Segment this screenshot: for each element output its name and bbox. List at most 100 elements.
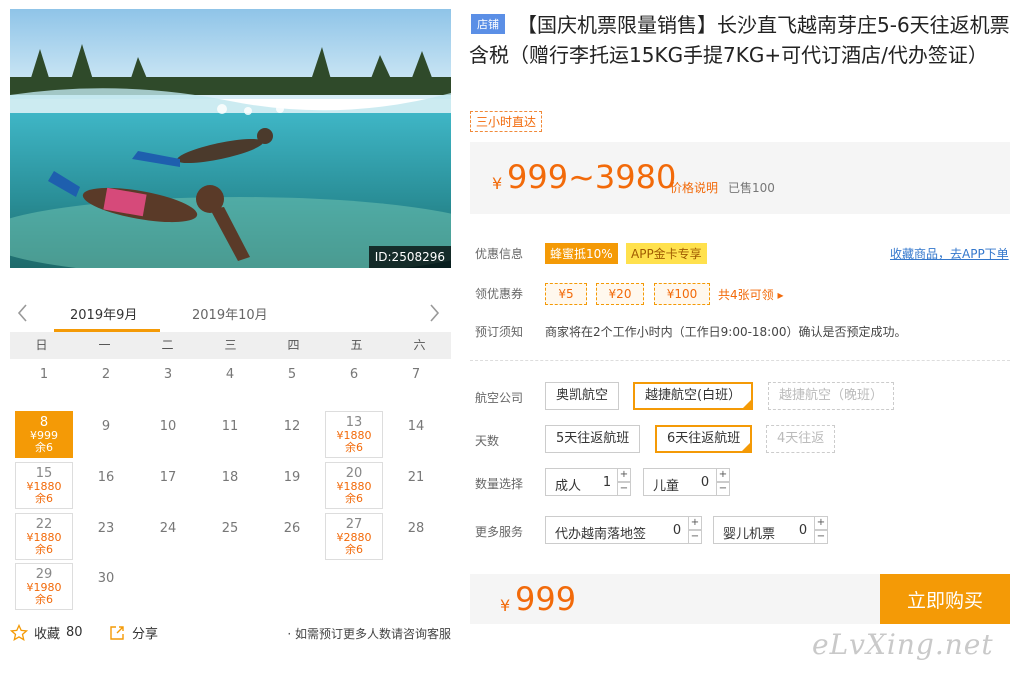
price-range: 999~3980 — [507, 158, 677, 196]
favorite-count: 80 — [66, 625, 83, 640]
coupon-more-link[interactable]: 共4张可领 ▸ — [718, 286, 783, 303]
calendar-day: 11 — [201, 411, 259, 458]
weekday-label: 一 — [98, 338, 111, 352]
infant-label: 婴儿机票 — [723, 527, 776, 542]
airline-option-okay[interactable]: 奥凯航空 — [545, 382, 620, 410]
calendar-day-available[interactable]: 13 ¥1880 余6 — [325, 411, 383, 458]
day-number: 22 — [35, 517, 53, 532]
day-number: 13 — [345, 415, 363, 430]
chevron-left-icon[interactable] — [14, 302, 32, 324]
infant-plus-button[interactable]: + — [814, 516, 828, 530]
share-button[interactable]: 分享 — [108, 623, 158, 642]
coupon-20[interactable]: ¥20 — [596, 283, 644, 305]
calendar-day: 28 — [387, 513, 445, 560]
share-icon — [110, 625, 124, 640]
calendar-day: 10 — [139, 411, 197, 458]
adult-stepper: 成人 1 + − — [545, 468, 631, 496]
infant-count[interactable]: 0 — [796, 523, 810, 538]
day-number: 17 — [159, 470, 177, 485]
day-number: 3 — [163, 367, 173, 382]
day-number: 20 — [345, 466, 363, 481]
snorkeling-photo — [10, 9, 451, 268]
direct-flight-tag: 三小时直达 — [470, 111, 543, 132]
buy-now-button[interactable]: 立即购买 — [880, 574, 1010, 624]
calendar-day-available[interactable]: 22 ¥1880 余6 — [15, 513, 73, 560]
day-number: 7 — [411, 367, 421, 382]
image-id-label: ID:2508296 — [368, 246, 451, 268]
calendar-day: 17 — [139, 462, 197, 509]
day-number: 15 — [35, 466, 53, 481]
adult-minus-button[interactable]: − — [617, 482, 631, 496]
day-number: 5 — [287, 367, 297, 382]
calendar-day: 25 — [201, 513, 259, 560]
weekday-label: 二 — [161, 338, 174, 352]
services-label: 更多服务 — [475, 525, 524, 539]
calendar-day: 24 — [139, 513, 197, 560]
booking-notice: 商家将在2个工作小时内（工作日9:00-18:00）确认是否预定成功。 — [545, 325, 907, 339]
day-number: 28 — [407, 521, 425, 536]
promo-tag-app-gold: APP金卡专享 — [626, 243, 707, 264]
promo-label: 优惠信息 — [475, 247, 524, 261]
day-remaining: 余6 — [35, 441, 53, 454]
app-order-link[interactable]: 收藏商品，去APP下单 — [890, 245, 1009, 262]
child-plus-button[interactable]: + — [716, 468, 730, 482]
days-option-6[interactable]: 6天往返航班 — [655, 425, 753, 453]
day-number: 11 — [221, 419, 239, 434]
coupon-label: 领优惠券 — [475, 287, 524, 301]
child-minus-button[interactable]: − — [716, 482, 730, 496]
calendar-day: 23 — [77, 513, 135, 560]
day-number: 16 — [97, 470, 115, 485]
total-price: 999 — [515, 580, 577, 618]
calendar-day: 3 — [139, 359, 197, 406]
day-number: 4 — [225, 367, 235, 382]
calendar-day-available[interactable]: 29 ¥1980 余6 — [15, 563, 73, 610]
adult-plus-button[interactable]: + — [617, 468, 631, 482]
day-number: 30 — [97, 571, 115, 586]
tab-month-1[interactable]: 2019年9月 — [70, 304, 137, 323]
day-number: 23 — [97, 521, 115, 536]
coupon-5[interactable]: ¥5 — [545, 283, 587, 305]
day-number: 14 — [407, 419, 425, 434]
infant-minus-button[interactable]: − — [814, 530, 828, 544]
calendar-day: 5 — [263, 359, 321, 406]
visa-plus-button[interactable]: + — [688, 516, 702, 530]
day-number: 6 — [349, 367, 359, 382]
day-remaining: 余6 — [345, 543, 363, 556]
days-option-5[interactable]: 5天往返航班 — [545, 425, 641, 453]
watermark-logo: eLvXing.net — [812, 628, 994, 661]
price-explain-link[interactable]: 价格说明 — [670, 179, 718, 196]
child-label: 儿童 — [653, 479, 680, 494]
calendar-day: 21 — [387, 462, 445, 509]
sold-count: 已售100 — [728, 181, 775, 195]
tab-month-2[interactable]: 2019年10月 — [192, 304, 268, 323]
product-image: ID:2508296 — [10, 9, 451, 268]
airline-option-vietjet-day[interactable]: 越捷航空(白班） — [633, 382, 754, 410]
calendar-day-available[interactable]: 15 ¥1880 余6 — [15, 462, 73, 509]
calendar-weekday-header: 日 一 二 三 四 五 六 — [10, 332, 451, 359]
weekday-label: 五 — [350, 338, 363, 352]
visa-minus-button[interactable]: − — [688, 530, 702, 544]
day-number: 25 — [221, 521, 239, 536]
calendar-day-available[interactable]: 8 ¥999 余6 — [15, 411, 73, 458]
infant-stepper: 婴儿机票 0 + − — [713, 516, 828, 544]
chevron-right-icon[interactable] — [425, 302, 443, 324]
day-number: 12 — [283, 419, 301, 434]
calendar-day: 12 — [263, 411, 321, 458]
adult-count[interactable]: 1 — [600, 475, 614, 490]
day-number: 1 — [39, 367, 49, 382]
calendar-day-available[interactable]: 20 ¥1880 余6 — [325, 462, 383, 509]
day-number: 27 — [345, 517, 363, 532]
month-selector: 2019年9月 2019年10月 — [10, 296, 451, 332]
calendar-day: 19 — [263, 462, 321, 509]
calendar-day-available[interactable]: 27 ¥2880 余6 — [325, 513, 383, 560]
day-remaining: 余6 — [35, 593, 53, 606]
weekday-label: 三 — [224, 338, 237, 352]
child-count[interactable]: 0 — [698, 475, 712, 490]
visa-count[interactable]: 0 — [670, 523, 684, 538]
weekday-label: 四 — [287, 338, 300, 352]
coupon-100[interactable]: ¥100 — [654, 283, 710, 305]
consult-note: · 如需预订更多人数请咨询客服 — [287, 627, 451, 641]
calendar-day: 6 — [325, 359, 383, 406]
favorite-button[interactable]: 收藏 80 — [10, 623, 83, 642]
days-option-4: 4天往返 — [766, 425, 836, 453]
